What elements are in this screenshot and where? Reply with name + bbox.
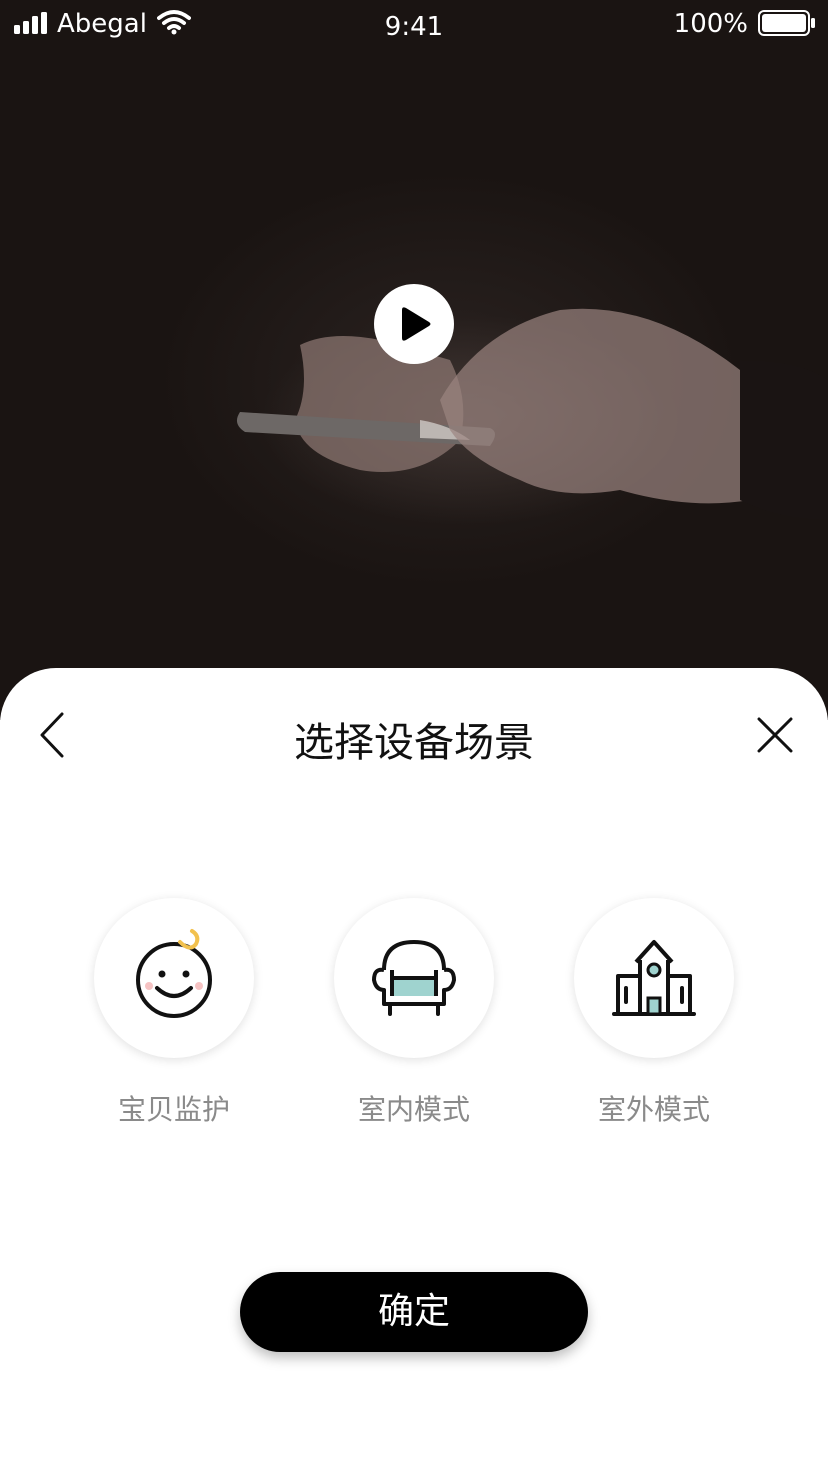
scene-icon-circle: [94, 898, 254, 1058]
baby-face-icon: [136, 929, 212, 1018]
play-icon: [402, 307, 431, 341]
scene-icon-circle: [574, 898, 734, 1058]
scene-label: 室内模式: [357, 1093, 470, 1126]
play-button[interactable]: [374, 284, 454, 364]
building-icon: [612, 940, 696, 1016]
confirm-button[interactable]: 确定: [240, 1272, 588, 1352]
scene-picker-sheet: 选择设备场景 宝贝监护 室内模式 室外模式 确定: [0, 668, 828, 1472]
hand-right-shape: [440, 308, 750, 504]
scene-label: 室外模式: [597, 1093, 710, 1126]
scene-indoor-mode[interactable]: 室内模式: [314, 898, 514, 1138]
scene-label: 宝贝监护: [117, 1093, 230, 1126]
battery-percentage: 100%: [673, 9, 748, 39]
battery-icon: [758, 10, 815, 36]
video-background: Abegal 9:41 100%: [0, 0, 828, 720]
status-bar: Abegal 9:41 100%: [0, 0, 828, 50]
scene-baby-monitor[interactable]: 宝贝监护: [74, 898, 274, 1138]
sheet-title: 选择设备场景: [294, 720, 534, 766]
scene-icon-circle: [334, 898, 494, 1058]
close-icon[interactable]: [752, 712, 798, 758]
sleeve-shape: [740, 360, 828, 520]
armchair-icon: [372, 939, 456, 1016]
scene-outdoor-mode[interactable]: 室外模式: [554, 898, 754, 1138]
scene-options: 宝贝监护 室内模式 室外模式: [0, 898, 828, 1138]
